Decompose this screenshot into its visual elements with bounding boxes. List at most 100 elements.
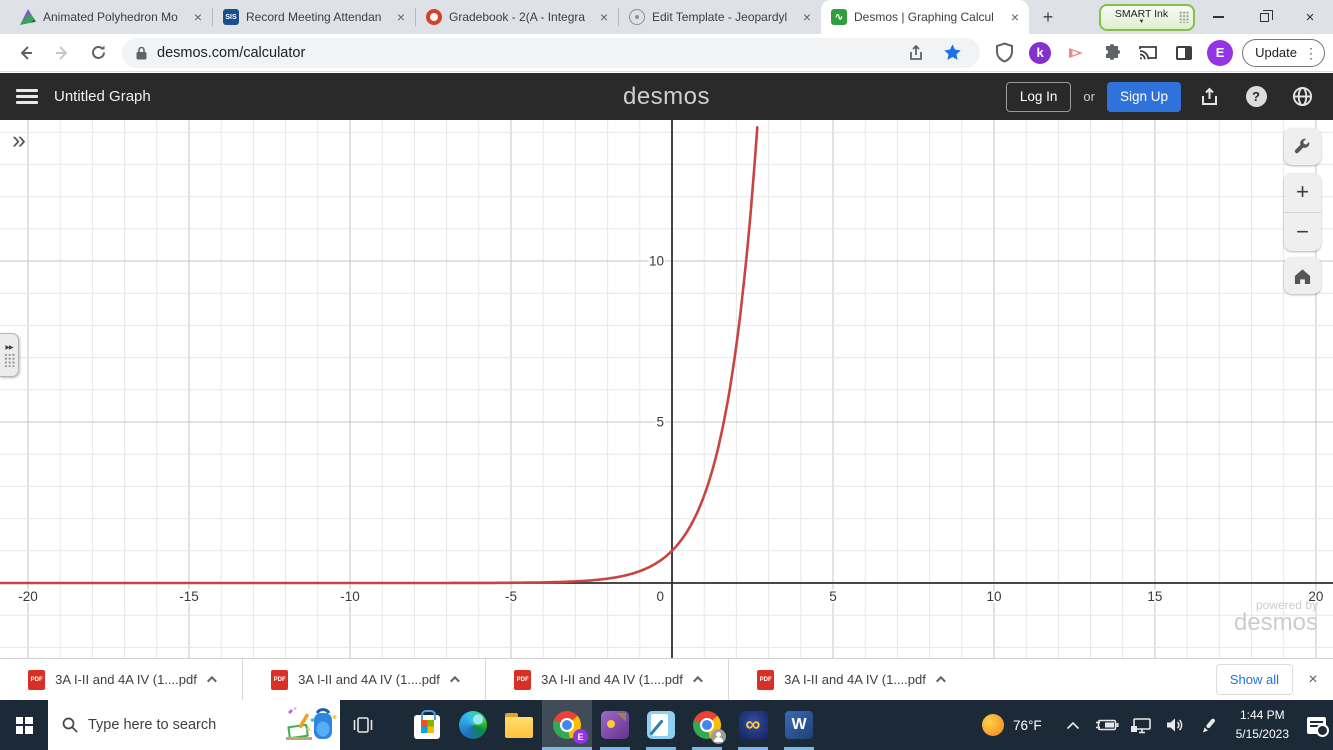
pink-arrow-extension-button[interactable]	[1061, 38, 1091, 68]
taskbar-app-microsoft-store[interactable]	[404, 700, 450, 750]
share-button[interactable]	[901, 38, 931, 68]
tab-desmos-active[interactable]: ∿ Desmos | Graphing Calcul ×	[821, 0, 1029, 34]
task-view-button[interactable]	[340, 700, 386, 750]
desmos-header-actions: Log In or Sign Up ?	[1005, 81, 1333, 112]
language-button[interactable]	[1285, 82, 1319, 112]
signup-button[interactable]: Sign Up	[1106, 81, 1181, 112]
back-button[interactable]	[12, 39, 40, 67]
taskbar-app-smart-notebook[interactable]	[638, 700, 684, 750]
profile-avatar-button[interactable]: E	[1205, 38, 1235, 68]
window-minimize-button[interactable]	[1195, 0, 1241, 34]
hidden-icons-chevron[interactable]	[1056, 721, 1090, 730]
url-text[interactable]: desmos.com/calculator	[157, 45, 898, 61]
tab-close-icon[interactable]: ×	[801, 9, 813, 25]
main-menu-button[interactable]	[16, 89, 38, 104]
tab-edit-template[interactable]: Edit Template - Jeopardyl ×	[619, 0, 821, 34]
download-filename: 3A I-II and 4A IV (1....pdf	[55, 672, 197, 687]
minimize-icon	[1212, 16, 1224, 18]
download-item[interactable]: PDF 3A I-II and 4A IV (1....pdf	[243, 659, 485, 700]
tab-animated-polyhedron[interactable]: Animated Polyhedron Mo ×	[10, 0, 212, 34]
pen-tray-icon[interactable]	[1192, 717, 1226, 734]
wrench-icon	[1294, 138, 1310, 154]
pdf-file-icon: PDF	[514, 669, 532, 690]
taskbar-app-word[interactable]: W	[776, 700, 822, 750]
expression-panel-expand-button[interactable]: »	[12, 128, 26, 153]
volume-tray-icon[interactable]	[1158, 717, 1192, 733]
zoom-out-button[interactable]: −	[1284, 213, 1321, 252]
tab-gradebook[interactable]: Gradebook - 2(A - Integra ×	[416, 0, 618, 34]
pdf-file-icon: PDF	[757, 669, 775, 690]
export-share-button[interactable]	[1193, 82, 1227, 112]
svg-text:-15: -15	[179, 589, 199, 604]
download-filename: 3A I-II and 4A IV (1....pdf	[298, 672, 440, 687]
taskbar-app-microsoft-edge[interactable]	[450, 700, 496, 750]
pdf-file-icon: PDF	[271, 669, 289, 690]
tab-title: Edit Template - Jeopardyl	[652, 10, 788, 24]
chevron-up-icon[interactable]	[692, 675, 703, 686]
default-viewport-button[interactable]	[1284, 257, 1321, 294]
extensions-puzzle-button[interactable]	[1097, 38, 1127, 68]
graph-canvas[interactable]: -20 -15 -10 -5 0 5 10 15 20 5 10	[0, 120, 1333, 658]
chevron-up-icon[interactable]	[935, 675, 946, 686]
graph-title[interactable]: Untitled Graph	[54, 88, 151, 105]
atom-icon	[629, 9, 645, 25]
show-all-downloads-button[interactable]: Show all	[1215, 664, 1293, 695]
svg-text:-20: -20	[18, 589, 38, 604]
kami-extension-button[interactable]: k	[1025, 38, 1055, 68]
new-tab-button[interactable]: +	[1033, 2, 1063, 32]
svg-text:-5: -5	[505, 589, 517, 604]
help-icon: ?	[1245, 86, 1267, 107]
login-button[interactable]: Log In	[1005, 81, 1072, 112]
cast-icon	[1139, 46, 1157, 60]
network-tray-icon[interactable]	[1124, 717, 1158, 734]
chrome-menu-icon[interactable]: ⋮	[1304, 46, 1318, 60]
side-panel-button[interactable]	[1169, 38, 1199, 68]
forward-button[interactable]	[48, 39, 76, 67]
taskbar-app-chrome-active[interactable]: E	[542, 700, 592, 750]
smart-ink-button[interactable]: SMART Ink ▼	[1099, 3, 1195, 31]
download-item[interactable]: PDF 3A I-II and 4A IV (1....pdf	[729, 659, 971, 700]
taskbar-clock[interactable]: 1:44 PM 5/15/2023	[1236, 706, 1289, 743]
window-restore-button[interactable]	[1241, 0, 1287, 34]
tab-separator	[415, 8, 416, 26]
svg-text:0: 0	[656, 589, 664, 604]
pink-arrow-icon	[1069, 47, 1084, 58]
chevron-up-icon[interactable]	[449, 675, 460, 686]
tab-close-icon[interactable]: ×	[1009, 9, 1021, 25]
window-close-button[interactable]: ×	[1287, 0, 1333, 34]
drag-grip-icon[interactable]	[1179, 11, 1189, 23]
smart-ink-side-toolbar[interactable]: ▶▶	[0, 333, 19, 377]
graph-settings-button[interactable]	[1284, 128, 1321, 165]
shield-extension-button[interactable]	[989, 38, 1019, 68]
chrome-update-button[interactable]: Update ⋮	[1242, 38, 1325, 67]
bookmark-star-button[interactable]	[937, 38, 967, 68]
cast-button[interactable]	[1133, 38, 1163, 68]
download-item[interactable]: PDF 3A I-II and 4A IV (1....pdf	[0, 659, 242, 700]
taskbar-app-chrome-profile2[interactable]	[684, 700, 730, 750]
downloads-bar-close-button[interactable]: ×	[1293, 671, 1333, 689]
svg-text:20: 20	[1308, 589, 1323, 604]
taskbar-app-smart-tools[interactable]	[592, 700, 638, 750]
battery-tray-icon[interactable]	[1090, 718, 1124, 732]
action-center-button[interactable]	[1299, 716, 1333, 737]
start-button[interactable]	[0, 700, 48, 750]
weather-sun-icon[interactable]	[981, 714, 1004, 736]
tab-record-meeting[interactable]: SIS Record Meeting Attendan ×	[213, 0, 415, 34]
tab-separator	[212, 8, 213, 26]
weather-temperature[interactable]: 76°F	[1013, 718, 1042, 733]
chevron-up-icon[interactable]	[206, 675, 217, 686]
tab-close-icon[interactable]: ×	[395, 9, 407, 25]
zoom-in-button[interactable]: +	[1284, 173, 1321, 212]
taskbar-search-box[interactable]: Type here to search	[48, 700, 340, 750]
taskbar-app-file-explorer[interactable]	[496, 700, 542, 750]
download-item[interactable]: PDF 3A I-II and 4A IV (1....pdf	[486, 659, 728, 700]
address-bar[interactable]: desmos.com/calculator	[122, 37, 981, 68]
taskbar-app-infinity[interactable]: ∞	[730, 700, 776, 750]
tab-close-icon[interactable]: ×	[598, 9, 610, 25]
reload-button[interactable]	[84, 39, 112, 67]
pdf-file-icon: PDF	[28, 669, 46, 690]
expand-arrows-icon: ▶▶	[5, 344, 13, 351]
downloads-bar: PDF 3A I-II and 4A IV (1....pdf PDF 3A I…	[0, 658, 1333, 700]
help-button[interactable]: ?	[1239, 82, 1273, 112]
tab-close-icon[interactable]: ×	[192, 9, 204, 25]
